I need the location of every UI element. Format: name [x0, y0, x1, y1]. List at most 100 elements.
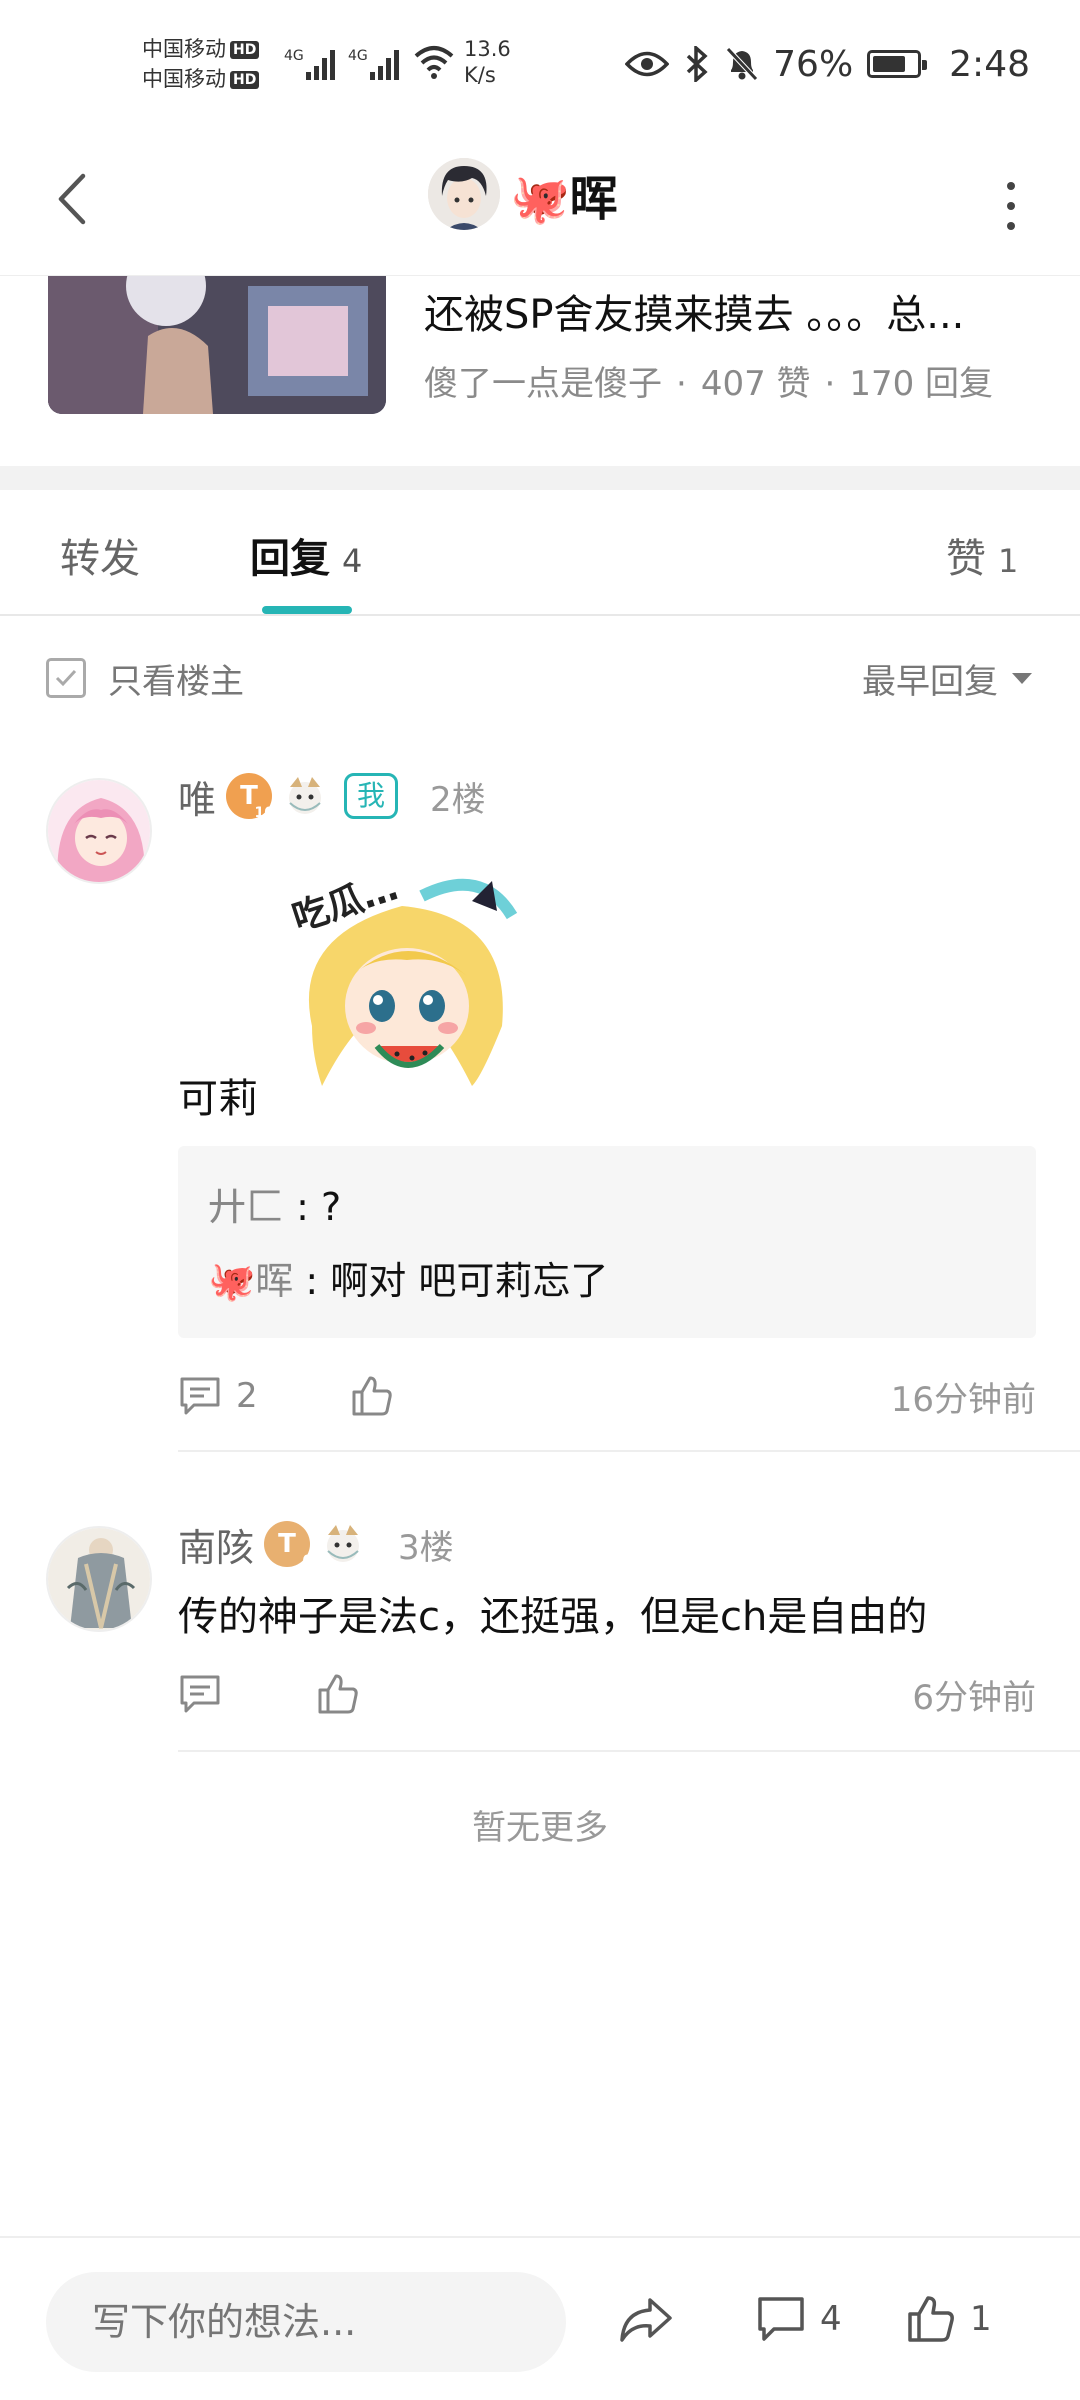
tab-reply-label: 回复	[250, 536, 330, 582]
filter-row: 只看楼主 最早回复	[0, 616, 1080, 736]
comment-username[interactable]: 唯	[178, 769, 216, 824]
reply-count: 2	[236, 1376, 258, 1416]
comment-actions: 6分钟前	[178, 1664, 1036, 1724]
sort-label: 最早回复	[862, 662, 998, 702]
quoted-post-title: 还被SP舍友摸来摸去 。。。总...	[424, 292, 965, 338]
section-divider	[0, 466, 1080, 490]
back-button[interactable]	[44, 164, 100, 234]
carrier-1: 中国移动	[142, 37, 226, 61]
comments-button[interactable]: 4	[756, 2284, 842, 2354]
comment-icon	[758, 2297, 804, 2341]
like-button[interactable]	[316, 1672, 360, 1716]
sub-reply-item: 廾匚 : ?	[208, 1185, 342, 1229]
level-letter: T	[278, 1529, 296, 1559]
only-op-checkbox[interactable]	[46, 658, 86, 698]
tab-bar: 转发 回复 4 赞1	[0, 490, 1080, 616]
post-photo-image	[48, 276, 386, 414]
floor-number: 3楼	[398, 1527, 454, 1568]
eye-icon	[625, 51, 670, 77]
tab-like-count: 1	[998, 542, 1019, 580]
clock: 2:48	[949, 43, 1030, 85]
quoted-post-replies: 170 回复	[849, 364, 994, 404]
quoted-post-thumbnail	[48, 276, 386, 414]
sort-dropdown[interactable]: 最早回复	[862, 654, 1032, 703]
avatar[interactable]	[46, 778, 152, 884]
comment-divider	[178, 1450, 1080, 1452]
sub-reply-text: 啊对 吧可莉忘了	[330, 1259, 609, 1303]
page-title: 🐙晖	[510, 171, 618, 227]
battery-percent: 76%	[773, 43, 854, 85]
like-button[interactable]	[350, 1374, 394, 1418]
reply-button[interactable]: 2	[178, 1375, 258, 1417]
sub-replies-box[interactable]: 廾匚 : ? 🐙晖 : 啊对 吧可莉忘了	[178, 1146, 1036, 1338]
quoted-post-card[interactable]: 还被SP舍友摸来摸去 。。。总... 傻了一点是傻子 · 407 赞 · 170 回复	[0, 276, 1080, 466]
quoted-post-likes: 407 赞	[700, 364, 811, 404]
carrier-info: 中国移动 HD 中国移动 HD	[142, 34, 260, 94]
klee-watermelon-sticker-image: 吃瓜…	[288, 867, 518, 1086]
network-speed-value: 13.6	[464, 37, 511, 61]
anime-avatar-image	[428, 158, 500, 230]
comment-text: 可莉	[178, 1076, 258, 1122]
sub-reply-text: ?	[320, 1185, 342, 1229]
comment-time: 6分钟前	[912, 1677, 1036, 1718]
carrier-2: 中国移动	[142, 67, 226, 91]
comment-icon	[180, 1675, 220, 1713]
likes-count: 1	[970, 2299, 992, 2339]
hd-badge-1: HD	[230, 41, 260, 59]
level-badge-icon: T 10	[226, 773, 275, 821]
thumbs-up-icon	[352, 1376, 392, 1416]
hd-badge-2: HD	[230, 71, 260, 89]
comment-item: 唯 T10 我 2楼 可莉 吃瓜… 廾匚 : ? 🐙晖 : 啊对 吧可莉忘了	[0, 736, 1080, 1456]
comment-header: 南陔 T6 3楼	[178, 1514, 454, 1574]
tab-like[interactable]: 赞1	[946, 526, 1018, 584]
only-op-label[interactable]: 只看楼主	[108, 654, 244, 703]
character-badge-icon	[289, 777, 322, 814]
bottom-action-bar: 4 1	[0, 2236, 1080, 2400]
reply-button[interactable]	[178, 1673, 222, 1715]
share-button[interactable]	[618, 2284, 674, 2354]
caret-down-icon	[1012, 673, 1032, 684]
signal-icon-1: 4G	[284, 48, 335, 80]
comment-input[interactable]	[46, 2272, 566, 2372]
tab-forward[interactable]: 转发	[60, 526, 140, 584]
pink-hair-avatar-image	[48, 780, 150, 882]
more-vertical-icon[interactable]	[996, 176, 1026, 236]
tab-reply[interactable]: 回复 4	[250, 526, 362, 584]
comment-time: 16分钟前	[890, 1379, 1036, 1420]
tab-forward-label: 转发	[60, 536, 140, 582]
avatar[interactable]	[428, 158, 500, 230]
comments-count: 4	[820, 2299, 842, 2339]
tab-reply-count: 4	[342, 542, 363, 580]
tab-like-label: 赞	[946, 536, 986, 582]
battery-icon	[867, 50, 928, 78]
like-post-button[interactable]: 1	[906, 2284, 992, 2354]
level-number: 10	[254, 805, 275, 821]
no-more-text: 暂无更多	[472, 1808, 608, 1848]
wifi-icon	[414, 46, 454, 79]
bluetooth-icon	[686, 46, 708, 82]
comment-text: 传的神子是法c，还挺强，但是ch是自由的	[178, 1594, 928, 1640]
sub-reply-author[interactable]: 🐙晖	[208, 1259, 293, 1303]
status-bar: 中国移动 HD 中国移动 HD 4G 4G 13.6 K/s 76% 2:48	[0, 0, 1080, 120]
ancient-figure-avatar-image	[48, 1528, 150, 1630]
level-number: 6	[302, 1553, 313, 1569]
comment-username[interactable]: 南陔	[178, 1517, 254, 1572]
sub-reply-author[interactable]: 廾匚	[208, 1185, 284, 1229]
signal-icon-2: 4G	[348, 48, 399, 80]
floor-number: 2楼	[430, 779, 486, 820]
character-badge-icon	[327, 1525, 360, 1562]
svg-text:4G: 4G	[348, 48, 368, 64]
avatar[interactable]	[46, 1526, 152, 1632]
top-nav-bar: 🐙晖	[0, 120, 1080, 276]
comment-header: 唯 T 10 我 2楼	[178, 766, 486, 826]
level-badge-icon: T6	[264, 1521, 313, 1569]
comment-item: 南陔 T6 3楼 传的神子是法c，还挺强，但是ch是自由的 6分钟前	[0, 1500, 1080, 1760]
comment-actions: 2 16分钟前	[178, 1366, 1036, 1426]
status-right: 76% 2:48	[625, 42, 1030, 86]
thumbs-up-icon	[908, 2296, 954, 2342]
network-speed-unit: K/s	[464, 63, 496, 87]
quoted-post-author: 傻了一点是傻子	[424, 364, 662, 404]
user-title[interactable]: 🐙晖	[428, 154, 618, 234]
check-icon	[55, 669, 77, 687]
battery-level-fill	[873, 56, 906, 72]
